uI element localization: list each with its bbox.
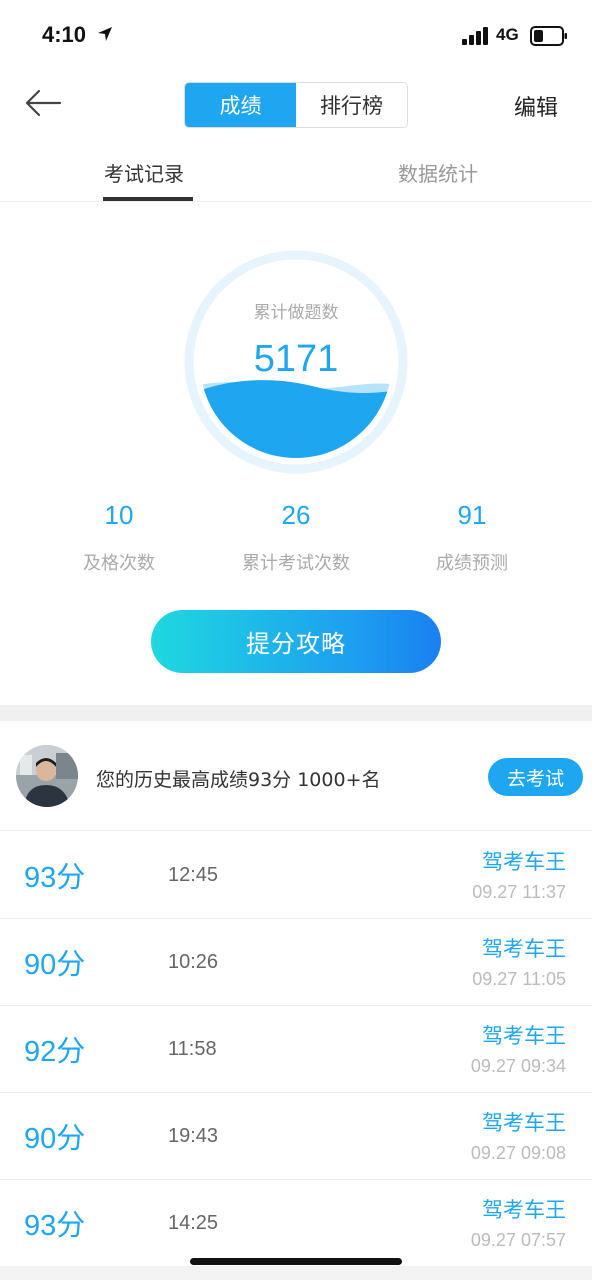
- record-time: 09.27 11:37: [472, 882, 566, 902]
- stat-label: 累计考试次数: [242, 553, 350, 574]
- record-title: 驾考车王: [482, 850, 566, 874]
- stat-label: 成绩预测: [436, 553, 508, 574]
- record-duration: 19:43: [168, 1125, 219, 1147]
- stat-label: 及格次数: [83, 553, 155, 574]
- stat-pass-count: 10 及格次数: [29, 500, 209, 575]
- table-row[interactable]: 93分 14:25 驾考车王 09.27 07:57: [0, 1180, 592, 1267]
- tab-bar: 考试记录 数据统计: [0, 140, 592, 202]
- exam-record-list: 93分 12:45 驾考车王 09.27 11:37 90分 10:26 驾考车…: [0, 832, 592, 1267]
- stat-value: 91: [457, 500, 487, 530]
- tab-data-stats[interactable]: 数据统计: [398, 158, 478, 187]
- edit-button[interactable]: 编辑: [514, 90, 558, 122]
- record-duration: 14:25: [168, 1212, 219, 1234]
- record-score: 92分: [24, 1036, 86, 1068]
- record-duration: 12:45: [168, 864, 219, 886]
- record-time: 09.27 09:34: [470, 1056, 566, 1076]
- gauge-value: 5171: [253, 338, 339, 380]
- record-duration: 11:58: [168, 1038, 217, 1060]
- record-time: 09.27 11:05: [472, 969, 566, 989]
- back-arrow-icon[interactable]: [24, 88, 62, 118]
- record-title: 驾考车王: [482, 1111, 566, 1135]
- tab-exam-records[interactable]: 考试记录: [104, 158, 184, 187]
- stat-value: 26: [281, 500, 311, 530]
- status-bar: 4:10 4G: [0, 0, 592, 70]
- table-row[interactable]: 90分 10:26 驾考车王 09.27 11:05: [0, 919, 592, 1006]
- gauge-label: 累计做题数: [253, 303, 339, 323]
- segment-leaderboard[interactable]: 排行榜: [296, 83, 407, 127]
- table-row[interactable]: 93分 12:45 驾考车王 09.27 11:37: [0, 832, 592, 919]
- record-duration: 10:26: [168, 951, 219, 973]
- segment-control: 成绩 排行榜: [184, 82, 408, 128]
- record-score: 93分: [24, 862, 86, 894]
- avatar[interactable]: [16, 745, 78, 807]
- score-tips-button[interactable]: 提分攻略: [151, 610, 441, 673]
- stat-value: 10: [104, 500, 134, 530]
- location-arrow-icon: [98, 27, 112, 41]
- record-time: 09.27 09:08: [470, 1143, 566, 1163]
- status-time: 4:10: [42, 22, 87, 47]
- best-score-text: 您的历史最高成绩93分 1000+名: [96, 769, 381, 791]
- battery-icon: [530, 26, 567, 46]
- network-label: 4G: [496, 25, 519, 44]
- record-title: 驾考车王: [482, 1198, 566, 1222]
- bottom-strip: [0, 1266, 592, 1280]
- record-score: 90分: [24, 1123, 86, 1155]
- best-score-row: 您的历史最高成绩93分 1000+名 去考试: [0, 721, 592, 831]
- table-row[interactable]: 90分 19:43 驾考车王 09.27 09:08: [0, 1093, 592, 1180]
- record-title: 驾考车王: [482, 937, 566, 961]
- home-indicator[interactable]: [190, 1258, 402, 1265]
- record-title: 驾考车王: [482, 1024, 566, 1048]
- record-time: 09.27 07:57: [470, 1230, 566, 1250]
- take-exam-button[interactable]: 去考试: [488, 758, 583, 796]
- segment-scores[interactable]: 成绩: [185, 83, 296, 127]
- table-row[interactable]: 92分 11:58 驾考车王 09.27 09:34: [0, 1006, 592, 1093]
- signal-icon: [462, 27, 488, 45]
- tab-active-underline: [103, 197, 193, 201]
- record-score: 93分: [24, 1210, 86, 1242]
- record-score: 90分: [24, 949, 86, 981]
- stat-exam-count: 26 累计考试次数: [206, 500, 386, 575]
- stat-score-prediction: 91 成绩预测: [382, 500, 562, 575]
- section-divider: [0, 705, 592, 721]
- nav-bar: 成绩 排行榜 编辑: [0, 70, 592, 140]
